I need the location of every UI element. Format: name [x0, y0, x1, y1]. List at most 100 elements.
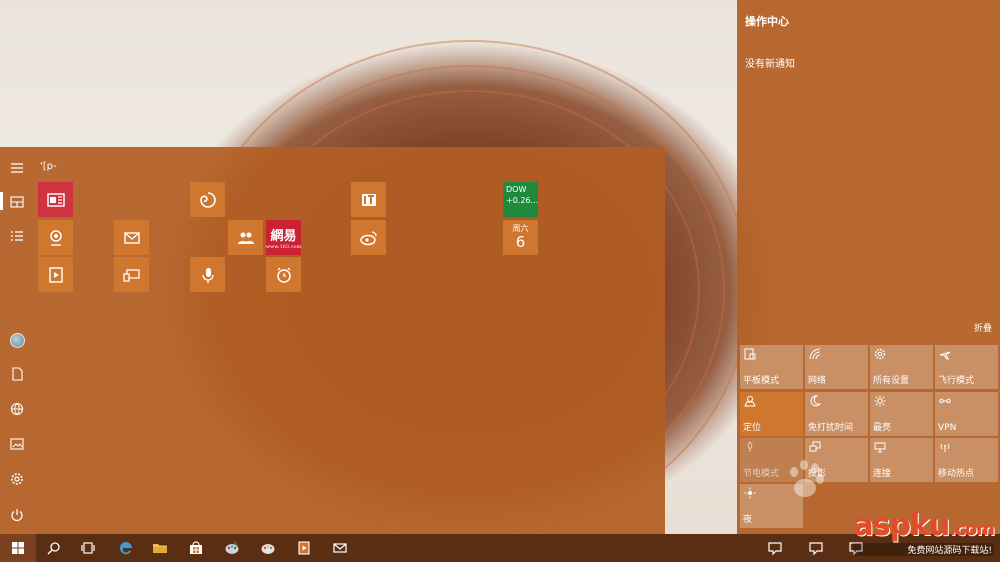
tile-group-label[interactable]: '[p- [40, 161, 57, 172]
document-icon [12, 367, 23, 381]
power-icon [11, 509, 23, 522]
quick-action-label: 平板模式 [743, 376, 780, 386]
tiles-icon [10, 196, 24, 208]
quick-action-mobile-hotspot[interactable]: 移动热点 [935, 438, 998, 482]
notification-button[interactable] [798, 534, 834, 562]
voice-recorder-tile[interactable] [190, 257, 225, 292]
quick-action-brightness[interactable]: 最亮 [870, 392, 933, 436]
user-account-button[interactable] [0, 325, 34, 355]
money-tile[interactable]: DOW +0.26... [503, 182, 538, 217]
pictures-button[interactable] [0, 429, 34, 459]
connect-tile[interactable] [114, 257, 149, 292]
paint-app-button[interactable] [214, 534, 250, 562]
quick-action-label: 夜 [743, 515, 753, 525]
stock-change: +0.26... [506, 196, 539, 205]
quick-action-label: VPN [938, 423, 957, 433]
airplane-icon [939, 351, 951, 360]
quick-action-label: 最亮 [873, 423, 892, 433]
quick-action-label: 节电模式 [743, 469, 780, 479]
quick-action-label: 所有设置 [873, 376, 910, 386]
notification-button[interactable] [757, 534, 793, 562]
video-tile[interactable] [38, 257, 73, 292]
night-light-icon [744, 487, 756, 499]
search-button[interactable] [36, 534, 72, 562]
ithome-tile[interactable] [351, 182, 386, 217]
settings-icon [874, 348, 886, 360]
weibo-icon [359, 230, 377, 245]
hamburger-icon [11, 163, 23, 173]
quick-action-location[interactable]: 定位 [740, 392, 803, 436]
network-icon [809, 348, 821, 360]
network-button[interactable] [0, 394, 34, 424]
watermark-tagline: 免费网站源码下载站! [853, 543, 994, 556]
quick-action-label: 飞行模式 [938, 376, 975, 386]
watermark-brand-suffix: .com [949, 519, 995, 540]
palette-icon [225, 540, 239, 554]
folder-icon [153, 544, 167, 553]
taskbar [0, 534, 1000, 562]
quick-action-label: 免打扰时间 [808, 423, 854, 433]
microphone-icon [201, 267, 214, 283]
devices-icon [122, 268, 140, 282]
quick-action-label: 连接 [873, 469, 892, 479]
news-icon [46, 192, 65, 207]
task-view-button[interactable] [70, 534, 106, 562]
quick-action-label: 网络 [808, 376, 827, 386]
browser-tile[interactable] [190, 182, 225, 217]
hamburger-menu-button[interactable] [0, 153, 34, 183]
file-explorer-button[interactable] [142, 534, 178, 562]
paint-3d-button[interactable] [250, 534, 286, 562]
quick-action-connect[interactable]: 连接 [870, 438, 933, 482]
quick-action-tablet-mode[interactable]: 平板模式 [740, 345, 803, 389]
calendar-day: 6 [515, 233, 526, 251]
people-tile[interactable] [228, 220, 263, 255]
quick-action-network[interactable]: 网络 [805, 345, 868, 389]
video-play-icon [298, 541, 310, 555]
vpn-icon [939, 398, 951, 404]
location-icon [744, 396, 756, 407]
edge-browser-icon [119, 542, 132, 555]
mail-tile[interactable] [114, 220, 149, 255]
paw-watermark-icon [790, 460, 824, 497]
calendar-tile[interactable]: 周六 6 [503, 220, 538, 255]
quick-action-label: 移动热点 [938, 469, 975, 479]
photos-icon [10, 438, 24, 450]
quick-action-airplane-mode[interactable]: 飞行模式 [935, 345, 998, 389]
list-icon [11, 231, 23, 241]
alarms-tile[interactable] [266, 257, 301, 292]
all-apps-button[interactable] [0, 221, 34, 251]
video-app-button[interactable] [286, 534, 322, 562]
quick-action-all-settings[interactable]: 所有设置 [870, 345, 933, 389]
power-button[interactable] [0, 500, 34, 530]
store-button[interactable] [178, 534, 214, 562]
weibo-tile[interactable] [351, 220, 386, 255]
it-logo-icon [361, 193, 376, 206]
news-tile[interactable] [38, 182, 73, 217]
globe-icon [10, 402, 24, 416]
collapse-link[interactable]: 折叠 [974, 321, 992, 334]
avatar [9, 332, 25, 348]
mail-icon [333, 543, 347, 553]
netease-tile[interactable]: 網易 www.163.com [266, 220, 301, 255]
search-icon [47, 542, 60, 555]
quick-action-vpn[interactable]: VPN [935, 392, 998, 436]
mail-icon [123, 231, 140, 244]
start-button[interactable] [0, 534, 36, 562]
start-menu: '[p- 網易 www.163.com DOW +0.26... 周六 6 [0, 147, 665, 534]
paint-palette-icon [261, 544, 275, 554]
settings-button[interactable] [0, 464, 34, 494]
swirl-icon [199, 191, 216, 208]
mail-app-button[interactable] [322, 534, 358, 562]
moon-icon [810, 395, 821, 407]
brightness-icon [874, 395, 886, 407]
quick-action-quiet-hours[interactable]: 免打扰时间 [805, 392, 868, 436]
hotspot-icon [940, 443, 950, 452]
netease-sub: www.163.com [265, 244, 302, 250]
edge-button[interactable] [108, 534, 144, 562]
documents-button[interactable] [0, 359, 34, 389]
maps-tile[interactable] [38, 220, 73, 255]
tiles-view-button[interactable] [0, 187, 34, 217]
netease-label: 網易 [270, 229, 297, 244]
notification-icon [809, 542, 823, 556]
people-icon [237, 232, 254, 244]
